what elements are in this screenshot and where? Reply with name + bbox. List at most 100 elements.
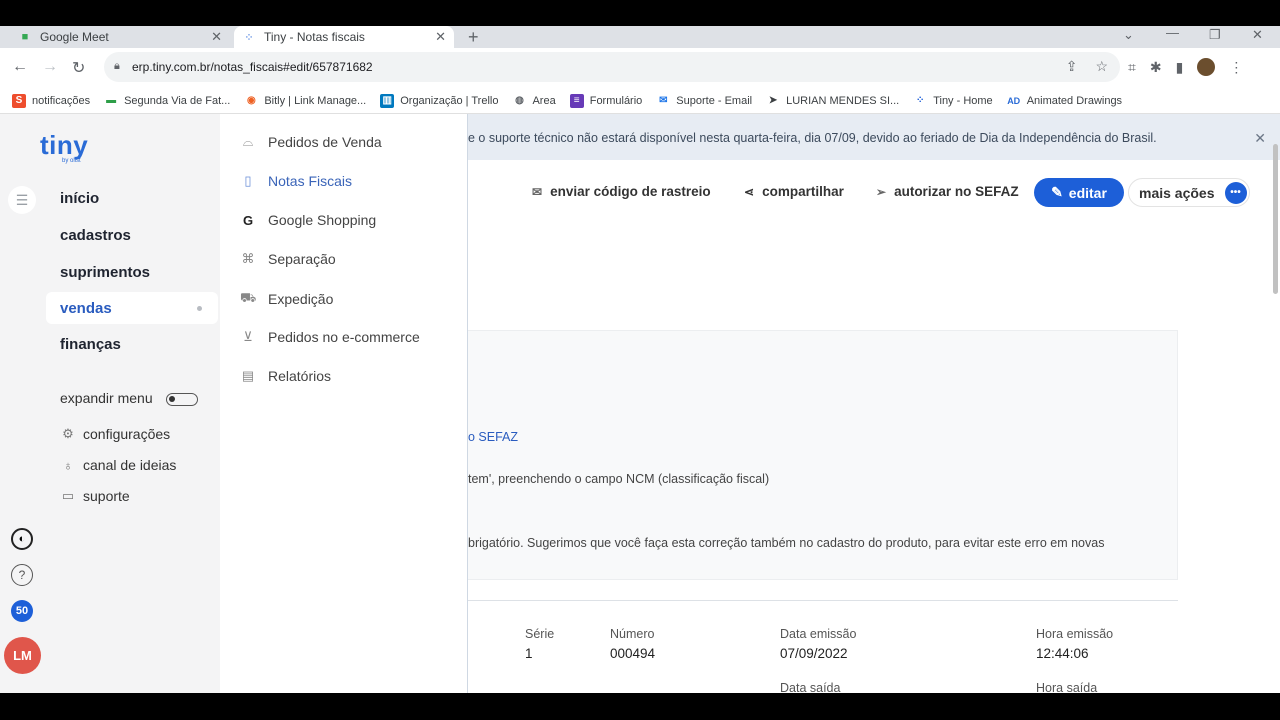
submenu-expedicao[interactable]: ⛟ Expedição: [240, 290, 333, 308]
settings-link[interactable]: ⚙ configurações: [60, 426, 170, 442]
share-icon: ⋖: [744, 184, 755, 199]
logo-subtitle: by olist: [62, 158, 81, 164]
more-actions-button[interactable]: mais ações •••: [1128, 178, 1250, 207]
data-saida-label: Data saída: [780, 681, 841, 693]
bookmark-label: Bitly | Link Manage...: [264, 94, 367, 107]
bookmark-bitly[interactable]: ◉ Bitly | Link Manage...: [244, 94, 366, 108]
hora-saida-label: Hora saída: [1036, 681, 1098, 693]
submenu-label: Expedição: [268, 291, 334, 307]
sidebar-item-suprimentos[interactable]: suprimentos: [60, 264, 150, 281]
submenu-label: Relatórios: [268, 368, 332, 384]
submenu-google-shopping[interactable]: G Google Shopping: [240, 212, 376, 228]
submenu-label: Google Shopping: [268, 212, 377, 228]
close-notice-icon[interactable]: ✕: [1254, 130, 1266, 147]
bookmark-animated-drawings[interactable]: AD Animated Drawings: [1007, 94, 1122, 108]
submenu-pedidos-venda[interactable]: ⌓ Pedidos de Venda: [240, 134, 382, 150]
document-icon: ▯: [244, 173, 252, 188]
support-link[interactable]: ▭ suporte: [60, 488, 130, 504]
contrast-icon[interactable]: ◐: [11, 528, 33, 550]
close-icon[interactable]: ✕: [211, 29, 222, 45]
close-window-icon[interactable]: ✕: [1252, 28, 1263, 42]
settings-label: configurações: [83, 426, 171, 442]
validation-errors-box: o SEFAZ tem', preenchendo o campo NCM (c…: [468, 330, 1178, 580]
action-bar: ✉ enviar código de rastreio ⋖ compartilhar…: [468, 178, 1280, 208]
field-numero: Número 000494: [610, 627, 655, 661]
submenu-relatorios[interactable]: ▤ Relatórios: [240, 368, 331, 384]
send-icon: ➢: [876, 184, 887, 199]
back-icon[interactable]: ←: [12, 58, 28, 76]
ideas-link[interactable]: ♁ canal de ideias: [60, 457, 176, 473]
tracking-label: enviar código de rastreio: [550, 184, 711, 199]
forward-icon[interactable]: →: [42, 58, 58, 76]
dash-icon: ▬: [106, 95, 117, 106]
tab-bar: ■ Google Meet ✕ ⁘ Tiny - Notas fiscais ✕…: [0, 26, 1280, 48]
tiny-icon: ⁘: [244, 31, 254, 44]
tab-google-meet[interactable]: ■ Google Meet ✕: [18, 26, 230, 48]
submenu-pedidos-ecommerce[interactable]: ⊻ Pedidos no e-commerce: [240, 329, 420, 345]
address-bar[interactable]: 🔒︎ erp.tiny.com.br/notas_fiscais#edit/65…: [104, 52, 1120, 82]
bookmark-segunda-via[interactable]: ▬ Segunda Via de Fat...: [104, 94, 230, 108]
authorize-label: autorizar no SEFAZ: [894, 184, 1019, 199]
extension-dev-icon[interactable]: ⌗: [1128, 59, 1136, 76]
tiny-logo[interactable]: tiny: [40, 130, 88, 161]
hamburger-icon[interactable]: ☰: [8, 186, 36, 214]
sidebar-item-cadastros[interactable]: cadastros: [60, 227, 131, 244]
hora-emissao-value: 12:44:06: [1036, 646, 1089, 661]
holiday-notice: e o suporte técnico não estará disponíve…: [468, 114, 1280, 160]
notifications-badge[interactable]: 50: [11, 600, 33, 622]
bookmark-label: Tiny - Home: [933, 94, 993, 107]
submenu-notas-fiscais[interactable]: ▯ Notas Fiscais: [240, 173, 352, 189]
truck-icon: ⛟: [240, 290, 257, 305]
bookmark-notificacoes[interactable]: Snotificações: [12, 93, 91, 108]
error-link[interactable]: o SEFAZ: [468, 430, 518, 444]
sidebar-item-inicio[interactable]: início: [60, 190, 99, 207]
user-avatar[interactable]: LM: [4, 637, 41, 674]
numero-value: 000494: [610, 646, 656, 661]
help-icon[interactable]: ?: [11, 564, 33, 586]
url-text[interactable]: erp.tiny.com.br/notas_fiscais#edit/65787…: [132, 60, 373, 74]
more-label: mais ações: [1139, 184, 1215, 201]
submenu-separacao[interactable]: ⌘ Separação: [240, 251, 336, 267]
page-scrollbar[interactable]: [1273, 144, 1278, 294]
edit-button[interactable]: ✎ editar: [1034, 178, 1124, 207]
lock-icon: 🔒︎: [114, 60, 120, 72]
profile-avatar[interactable]: [1197, 58, 1216, 76]
sidebar-item-financas[interactable]: finanças: [60, 336, 121, 353]
bookmark-trello[interactable]: ▥ Organização | Trello: [380, 93, 498, 108]
hora-emissao-label: Hora emissão: [1036, 627, 1114, 641]
chat-icon: ▭: [61, 488, 75, 503]
form-icon: ≡: [569, 93, 584, 108]
restore-icon[interactable]: ❐: [1209, 28, 1221, 42]
bookmark-lurian[interactable]: ➤ LURIAN MENDES SI...: [766, 94, 899, 108]
share-icon[interactable]: ⇪: [1066, 58, 1078, 75]
send-tracking-button[interactable]: ✉ enviar código de rastreio: [532, 184, 711, 199]
bookmark-tiny-home[interactable]: ⁘ Tiny - Home: [913, 94, 993, 108]
reload-icon[interactable]: ↻: [72, 58, 85, 78]
close-icon[interactable]: ✕: [435, 29, 446, 45]
extensions-icon[interactable]: ✱: [1150, 59, 1162, 76]
expand-menu-toggle[interactable]: [166, 393, 198, 406]
sidebar-item-vendas[interactable]: vendas: [60, 300, 112, 317]
new-tab-icon[interactable]: +: [468, 26, 479, 48]
bookmark-suporte-email[interactable]: ✉ Suporte - Email: [656, 94, 752, 108]
lightbulb-icon: ♁: [63, 457, 73, 473]
tiny-app: tiny by olist ☰ início cadastros suprime…: [0, 114, 1280, 693]
menu-dots-icon[interactable]: ⋮: [1229, 59, 1243, 76]
error-text-ncm: tem', preenchendo o campo NCM (classific…: [468, 472, 770, 486]
bookmark-formulario[interactable]: ≡ Formulário: [569, 93, 642, 108]
mail-icon: ✉: [532, 184, 543, 199]
minimize-icon[interactable]: —: [1166, 26, 1179, 40]
section-divider: [468, 600, 1178, 601]
ideas-label: canal de ideias: [83, 457, 177, 473]
star-icon[interactable]: ☆: [1095, 58, 1108, 75]
bookmark-label: notificações: [32, 94, 91, 107]
data-emissao-value: 07/09/2022: [780, 646, 848, 661]
numero-label: Número: [610, 627, 655, 641]
tab-search-icon[interactable]: ⌄: [1123, 28, 1134, 42]
bookmark-area[interactable]: ◍ Area: [512, 94, 556, 108]
tab-tiny-notas[interactable]: ⁘ Tiny - Notas fiscais ✕: [234, 26, 454, 48]
sidepanel-icon[interactable]: ▮: [1176, 59, 1184, 76]
field-data-emissao: Data emissão 07/09/2022: [780, 627, 856, 661]
authorize-sefaz-button[interactable]: ➢ autorizar no SEFAZ: [876, 184, 1019, 199]
share-button[interactable]: ⋖ compartilhar: [744, 184, 844, 199]
